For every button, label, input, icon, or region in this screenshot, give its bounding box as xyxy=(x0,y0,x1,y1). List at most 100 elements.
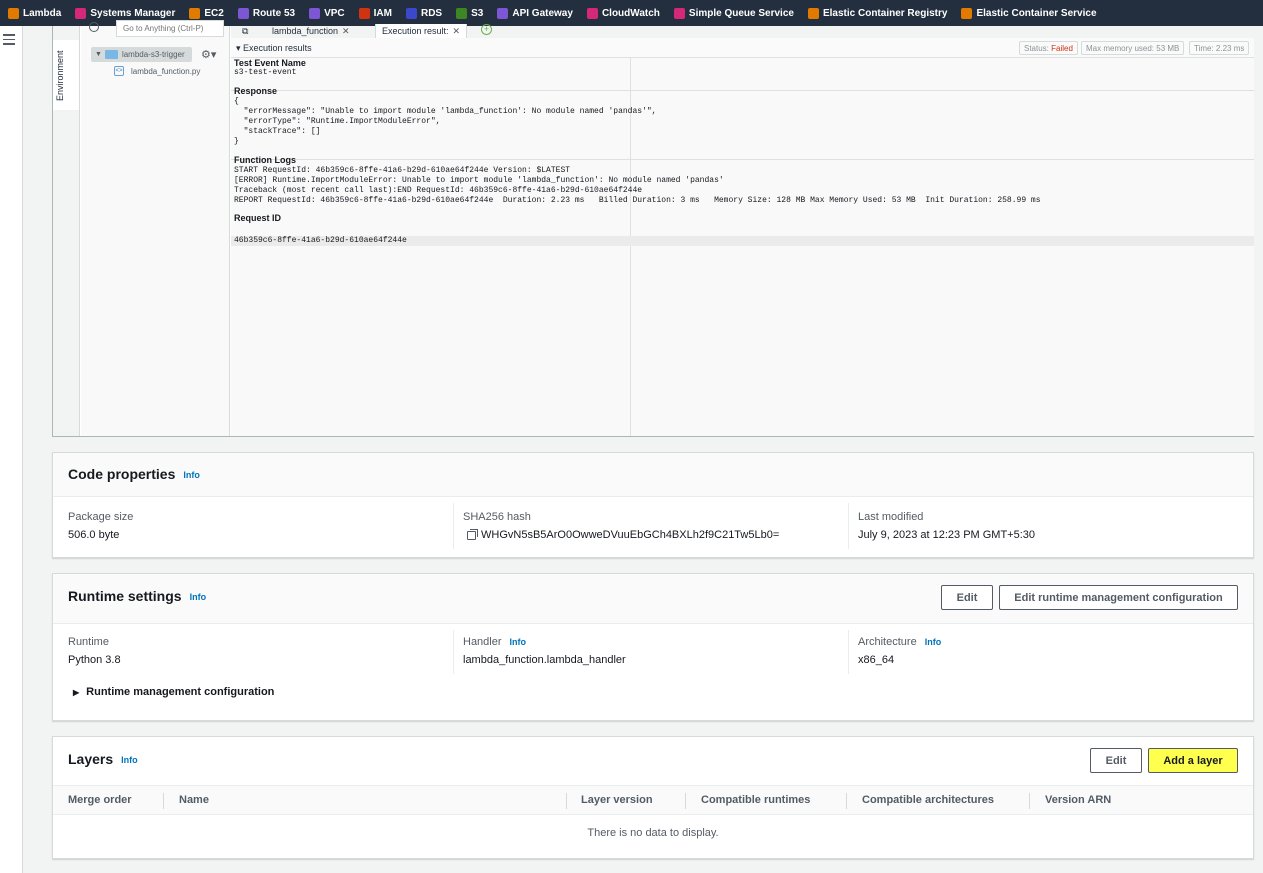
tab-label: Execution result: xyxy=(382,26,449,36)
edit-layers-button[interactable]: Edit xyxy=(1090,748,1142,773)
folder-item[interactable]: ▼ lambda-s3-trigger xyxy=(91,47,192,62)
favorite-sqs[interactable]: Simple Queue Service xyxy=(673,0,801,26)
file-name: lambda_function.py xyxy=(131,66,201,76)
file-search-row xyxy=(81,20,230,40)
favorite-lambda[interactable]: Lambda xyxy=(8,0,68,26)
favorite-ecr[interactable]: Elastic Container Registry xyxy=(807,0,954,26)
gear-icon[interactable]: ⚙▾ xyxy=(201,48,216,61)
expand-triangle-icon[interactable]: ▼ xyxy=(95,51,102,58)
favorite-label: Lambda xyxy=(23,7,62,19)
favorite-cloudwatch[interactable]: CloudWatch xyxy=(586,0,667,26)
systems-manager-icon xyxy=(75,7,87,19)
max-memory-badge: Max memory used: 53 MB xyxy=(1081,41,1185,55)
tab-menu-icon[interactable]: ⧉ xyxy=(236,24,254,38)
favorite-vpc[interactable]: VPC xyxy=(309,0,352,26)
column-header[interactable]: Layer version xyxy=(581,794,653,806)
favorite-api-gateway[interactable]: API Gateway xyxy=(497,0,580,26)
favorite-s3[interactable]: S3 xyxy=(456,0,490,26)
column-header[interactable]: Compatible architectures xyxy=(862,794,994,806)
environment-tab-label[interactable]: Environment xyxy=(55,41,65,101)
status-value: Failed xyxy=(1051,44,1073,53)
empty-table-message: There is no data to display. xyxy=(587,827,719,839)
column-header[interactable]: Compatible runtimes xyxy=(701,794,810,806)
info-link[interactable]: Info xyxy=(121,755,138,765)
file-item[interactable]: <> lambda_function.py xyxy=(114,66,200,76)
sha256-text: WHGvN5sB5ArO0OwweDVuuEbGCh4BXLh2f9C21Tw5… xyxy=(481,529,780,541)
route53-icon xyxy=(237,7,249,19)
column-divider xyxy=(1029,793,1030,809)
favorite-ecs[interactable]: Elastic Container Service xyxy=(961,0,1103,26)
favorite-label: Simple Queue Service xyxy=(688,7,794,19)
code-properties-header: Code properties Info xyxy=(53,453,1253,497)
code-line: "errorMessage": "Unable to import module… xyxy=(234,107,657,116)
column-divider xyxy=(566,793,567,809)
architecture-value: x86_64 xyxy=(858,654,895,666)
execution-results-body: Test Event Name s3-test-event Response {… xyxy=(231,58,1254,436)
python-file-icon: <> xyxy=(114,66,124,76)
vpc-icon xyxy=(309,7,321,19)
favorite-label: API Gateway xyxy=(512,7,573,19)
favorite-iam[interactable]: IAM xyxy=(358,0,399,26)
favorite-label: RDS xyxy=(420,7,443,19)
close-icon[interactable]: ✕ xyxy=(453,26,461,36)
execution-results-title[interactable]: ▾ Execution results xyxy=(236,43,312,54)
column-header[interactable]: Merge order xyxy=(68,794,132,806)
column-divider xyxy=(685,793,686,809)
runtime-value: Python 3.8 xyxy=(68,654,121,666)
panel-title: Code properties Info xyxy=(68,466,200,482)
code-line: "stackTrace": [] xyxy=(234,127,321,136)
response-code: { "errorMessage": "Unable to import modu… xyxy=(234,97,656,147)
status-badge: Status: Failed xyxy=(1019,41,1078,55)
column-divider xyxy=(453,503,454,549)
editor-tabbar: ⧉ lambda_function ✕ Execution result: ✕ + xyxy=(231,24,1254,38)
column-divider xyxy=(848,630,849,674)
tab-lambda-function[interactable]: lambda_function ✕ xyxy=(266,24,356,38)
add-layer-button[interactable]: Add a layer xyxy=(1148,748,1238,773)
menu-icon[interactable] xyxy=(3,34,15,45)
execution-results-panel: ▾ Execution results Status: Failed Max m… xyxy=(231,38,1254,436)
runtime-label: Runtime xyxy=(68,636,109,648)
time-badge: Time: 2.23 ms xyxy=(1189,41,1250,55)
info-link[interactable]: Info xyxy=(190,592,207,602)
response-title: Response xyxy=(234,86,278,96)
edit-runtime-button[interactable]: Edit xyxy=(941,585,993,610)
execution-results-header: ▾ Execution results Status: Failed Max m… xyxy=(231,38,1254,58)
ec2-icon xyxy=(189,7,201,19)
favorite-label: Route 53 xyxy=(252,7,296,19)
column-divider xyxy=(846,793,847,809)
runtime-management-label: Runtime management configuration xyxy=(86,686,275,698)
favorite-rds[interactable]: RDS xyxy=(405,0,449,26)
column-header[interactable]: Version ARN xyxy=(1045,794,1111,806)
goto-anything-input[interactable] xyxy=(116,20,224,37)
info-link[interactable]: Info xyxy=(183,470,200,480)
tab-execution-result[interactable]: Execution result: ✕ xyxy=(375,24,468,38)
favorite-label: CloudWatch xyxy=(601,7,660,19)
runtime-management-expander[interactable]: ▶ Runtime management configuration xyxy=(73,686,274,698)
edit-runtime-management-button[interactable]: Edit runtime management configuration xyxy=(999,585,1238,610)
favorite-label: VPC xyxy=(324,7,345,19)
request-id-title: Request ID xyxy=(234,213,282,223)
info-link[interactable]: Info xyxy=(925,637,942,647)
handler-label: Handler Info xyxy=(463,636,526,648)
handler-value: lambda_function.lambda_handler xyxy=(463,654,626,666)
favorite-route53[interactable]: Route 53 xyxy=(237,0,302,26)
favorite-label: Elastic Container Service xyxy=(976,7,1097,19)
runtime-settings-header: Runtime settings Info Edit Edit runtime m… xyxy=(53,574,1253,624)
editor-area: ⧉ lambda_function ✕ Execution result: ✕ + … xyxy=(231,24,1254,436)
close-icon[interactable]: ✕ xyxy=(342,26,350,36)
code-properties-title: Code properties xyxy=(68,466,176,482)
code-line: REPORT RequestId: 46b359c6-8ffe-41a6-b29… xyxy=(234,196,1041,205)
add-tab-icon[interactable]: + xyxy=(481,24,492,35)
favorite-label: EC2 xyxy=(204,7,224,19)
environment-sidebar-tab[interactable]: Environment xyxy=(53,26,80,436)
favorite-label: S3 xyxy=(471,7,484,19)
tab-label: lambda_function xyxy=(272,26,339,36)
runtime-settings-panel: Runtime settings Info Edit Edit runtime m… xyxy=(52,573,1254,721)
copy-icon[interactable] xyxy=(467,528,478,540)
sha256-label: SHA256 hash xyxy=(463,511,531,523)
column-header[interactable]: Name xyxy=(179,794,209,806)
package-size-label: Package size xyxy=(68,511,134,523)
search-icon[interactable] xyxy=(89,22,99,32)
last-modified-label: Last modified xyxy=(858,511,924,523)
info-link[interactable]: Info xyxy=(510,637,527,647)
